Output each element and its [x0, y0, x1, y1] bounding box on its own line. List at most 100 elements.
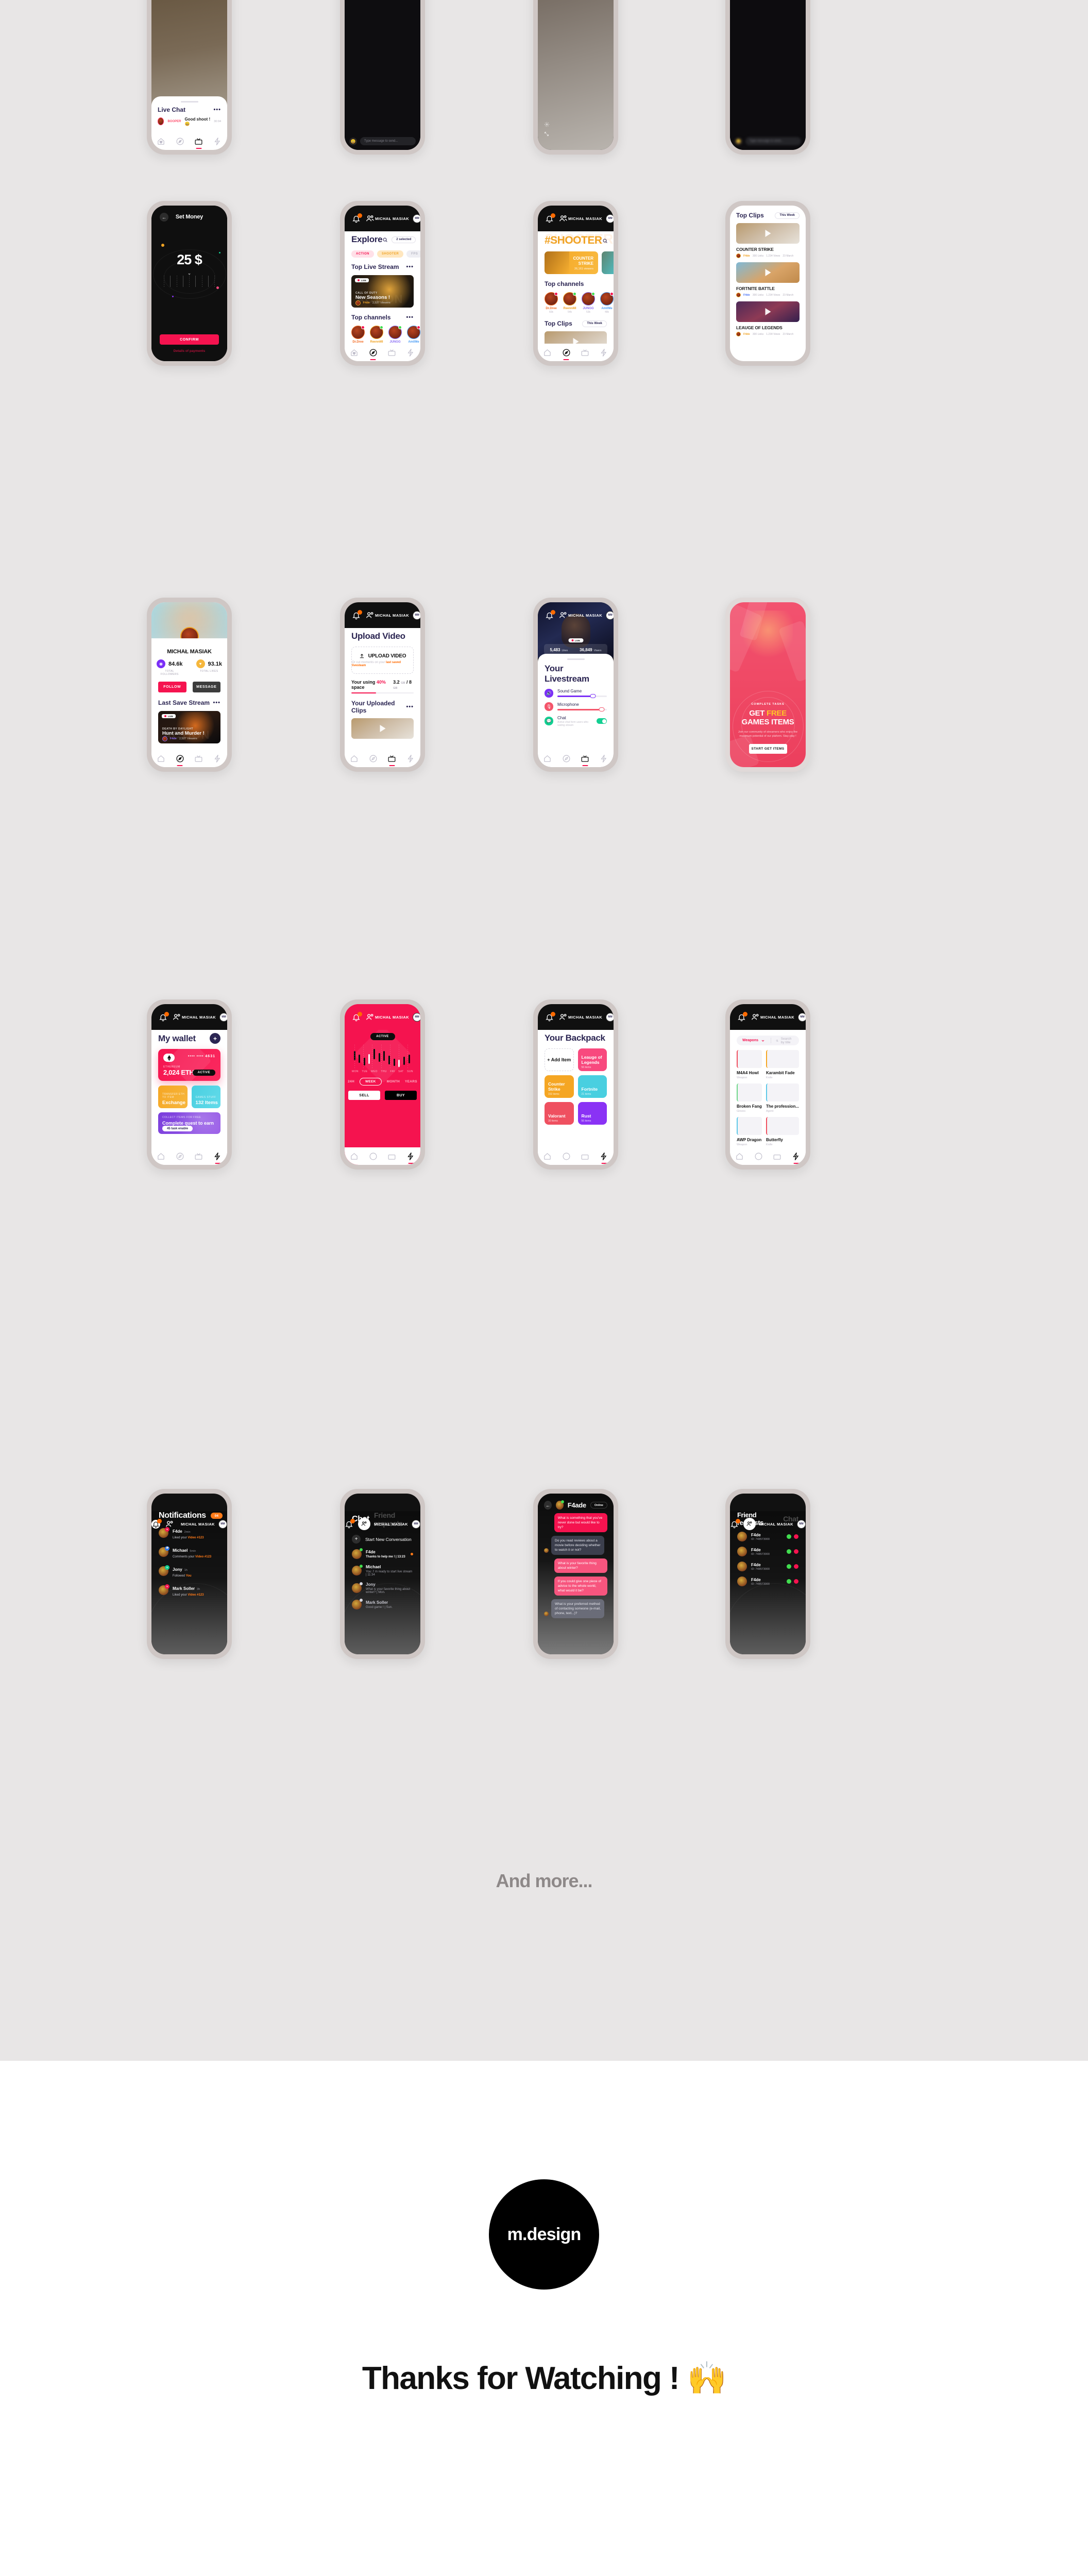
channel-item[interactable]: Am0Me 48k	[600, 292, 614, 314]
tv-icon[interactable]	[581, 754, 589, 763]
item-card[interactable]: AWP Dragon Weapon	[737, 1117, 762, 1146]
tv-icon[interactable]	[194, 1152, 203, 1161]
clip-item[interactable]: COUNTER STRIKE F4de 300 Lieks 1.234 View…	[736, 223, 800, 258]
avatar[interactable]: MM	[606, 1012, 614, 1022]
channel-item[interactable]: JUNGG 53k	[582, 292, 595, 314]
start-get-items-button[interactable]: START GET ITEMS	[749, 744, 787, 754]
bell-icon[interactable]	[545, 1011, 555, 1022]
home-heart-icon[interactable]	[543, 348, 552, 357]
bolt-icon[interactable]	[600, 1152, 608, 1161]
bottom-nav[interactable]	[345, 1147, 420, 1165]
compass-icon[interactable]	[176, 137, 184, 146]
sell-button[interactable]: SELL	[348, 1091, 380, 1100]
range-option[interactable]: YEARS	[405, 1080, 417, 1083]
more-dots-icon[interactable]: •••	[406, 315, 414, 320]
friends-icon[interactable]	[365, 214, 375, 224]
phone-shooter[interactable]: MICHAŁ MASIAK MM SHOOTER #SHOOTER COUNTE…	[533, 201, 618, 366]
range-option[interactable]: MONTH	[387, 1080, 400, 1083]
friends-icon[interactable]	[743, 1518, 756, 1530]
clip-thumbnail[interactable]	[736, 262, 800, 283]
compass-icon[interactable]	[369, 1152, 378, 1161]
home-heart-icon[interactable]	[157, 137, 165, 146]
avatar[interactable]: MM	[219, 1012, 227, 1022]
emoji-icon[interactable]: 😀	[735, 137, 742, 145]
more-dots-icon[interactable]: •••	[213, 107, 221, 112]
bell-icon[interactable]	[151, 1518, 162, 1529]
message-input[interactable]: Type message to send...	[360, 137, 416, 145]
range-option[interactable]: 24H	[348, 1080, 354, 1083]
backpack-tile[interactable]: Valorant 30 items	[545, 1102, 574, 1125]
home-heart-icon[interactable]	[350, 1152, 359, 1161]
phone-dark-chat[interactable]: BOOPER Good shoot ! 😀 30:04 F0rest Keep …	[340, 0, 425, 155]
phone-upload[interactable]: MICHAŁ MASIAK MM Upload Video UPLOAD VID…	[340, 598, 425, 772]
details-link[interactable]: Details of payments	[151, 349, 227, 353]
home-heart-icon[interactable]	[350, 348, 359, 357]
phone-top-clips[interactable]: Top Clips This Week COUNTER STRIKE F4de …	[725, 201, 810, 366]
conversation-item[interactable]: Michael You: I' m ready to start live st…	[352, 1565, 413, 1577]
friends-icon[interactable]	[558, 214, 568, 224]
compass-icon[interactable]	[562, 754, 571, 763]
chat-input-row[interactable]: 😀 Type message to send...	[349, 137, 416, 145]
more-dots-icon[interactable]: •••	[406, 704, 414, 710]
avatar[interactable]: MM	[797, 1519, 806, 1529]
message-input[interactable]: Type message to send...	[745, 137, 801, 145]
backpack-grid[interactable]: + Add Item Leauge of Legends 56 items Co…	[545, 1048, 607, 1125]
friends-icon[interactable]	[358, 1518, 370, 1530]
backpack-tile[interactable]: Counter Strike 153 items	[545, 1075, 574, 1098]
genre-chip[interactable]: FPS	[406, 250, 420, 258]
phone-game-feed[interactable]: EIT	[533, 0, 618, 155]
home-heart-icon[interactable]	[157, 754, 165, 763]
decline-button[interactable]	[794, 1549, 798, 1554]
bottom-nav[interactable]	[345, 344, 420, 361]
plus-icon[interactable]: +	[210, 1033, 220, 1044]
game-card-list[interactable]: COUNTERSTRIKE 26,161 viewers FORTNITE 18…	[545, 251, 614, 274]
home-heart-icon[interactable]	[543, 1152, 552, 1161]
phone-friend-requests[interactable]: MICHAŁ MASIAK MM Friend requests Chat F4…	[725, 1489, 810, 1659]
decline-button[interactable]	[794, 1579, 798, 1584]
tv-icon[interactable]	[194, 137, 203, 146]
back-arrow-icon[interactable]: ←	[544, 1501, 552, 1510]
avatar[interactable]: MM	[218, 1519, 227, 1529]
add-item-button[interactable]: + Add Item	[545, 1048, 574, 1071]
compass-icon[interactable]	[562, 348, 571, 357]
control-row[interactable]: 🎙 Microphone	[545, 702, 607, 712]
bell-icon[interactable]	[730, 1518, 740, 1529]
phone-profile[interactable]: MICHAŁ MASIAK ◉ 84.6k TOTAL FOLLOWERS ♥ …	[147, 598, 232, 772]
range-selector[interactable]: 24H WEEK MONTH YEARS	[345, 1078, 420, 1086]
buy-button[interactable]: BUY	[385, 1091, 417, 1100]
friends-icon[interactable]	[165, 1519, 175, 1529]
bottom-nav[interactable]	[151, 132, 227, 150]
search-input[interactable]: Search by title	[771, 1037, 799, 1044]
more-dots-icon[interactable]: •••	[406, 264, 414, 270]
amount-slider[interactable]	[164, 276, 215, 287]
notification-item[interactable]: ♥ Jony 1h Followed You	[159, 1564, 220, 1578]
item-card[interactable]: Broken Fang Gloves	[737, 1083, 762, 1113]
bottom-nav[interactable]	[538, 750, 614, 767]
bell-icon[interactable]	[159, 1011, 169, 1022]
eth-card[interactable]: •••• •••• 4631 ETHEREUM 2,024 ETH ACTIVE	[158, 1049, 220, 1081]
clip-thumbnail[interactable]	[736, 223, 800, 244]
avatar[interactable]: MM	[606, 214, 614, 223]
confirm-button[interactable]: CONFIRM	[160, 334, 219, 345]
phone-backpack[interactable]: MICHAŁ MASIAK MM Your Backpack + Add Ite…	[533, 999, 618, 1170]
phone-eth-chart[interactable]: MICHAŁ MASIAK MM ETHEREUM ••• 2,024 ETH …	[340, 999, 425, 1170]
home-heart-icon[interactable]	[350, 754, 359, 763]
item-card[interactable]: M4A4 Howl Weapon	[737, 1050, 762, 1079]
bolt-icon[interactable]	[600, 754, 608, 763]
friends-icon[interactable]	[558, 1012, 568, 1022]
last-stream-card[interactable]: ACTION LIVE DEATH BY DAYLIGHT Hunt and M…	[158, 711, 220, 743]
category-filter[interactable]: Weapons	[737, 1039, 771, 1043]
channel-item[interactable]: ReennMI 54k	[563, 292, 576, 314]
bottom-nav[interactable]	[730, 1147, 806, 1165]
search-icon[interactable]	[382, 237, 388, 243]
bolt-icon[interactable]	[792, 1152, 801, 1161]
genre-chips[interactable]: ACTIONSHOOTERFPSMOBA	[351, 250, 420, 258]
friend-request-item[interactable]: F4de ID: 748573000	[737, 1547, 798, 1556]
play-icon[interactable]	[380, 725, 385, 733]
item-card[interactable]: Butterfly Knife	[766, 1117, 799, 1146]
phone-notifications[interactable]: MICHAŁ MASIAK MM Notifications 04 ♥ F4de…	[147, 1489, 232, 1659]
compass-icon[interactable]	[369, 348, 378, 357]
slider-track[interactable]	[557, 707, 607, 712]
bell-icon[interactable]	[545, 213, 555, 223]
drag-handle[interactable]	[567, 658, 585, 660]
